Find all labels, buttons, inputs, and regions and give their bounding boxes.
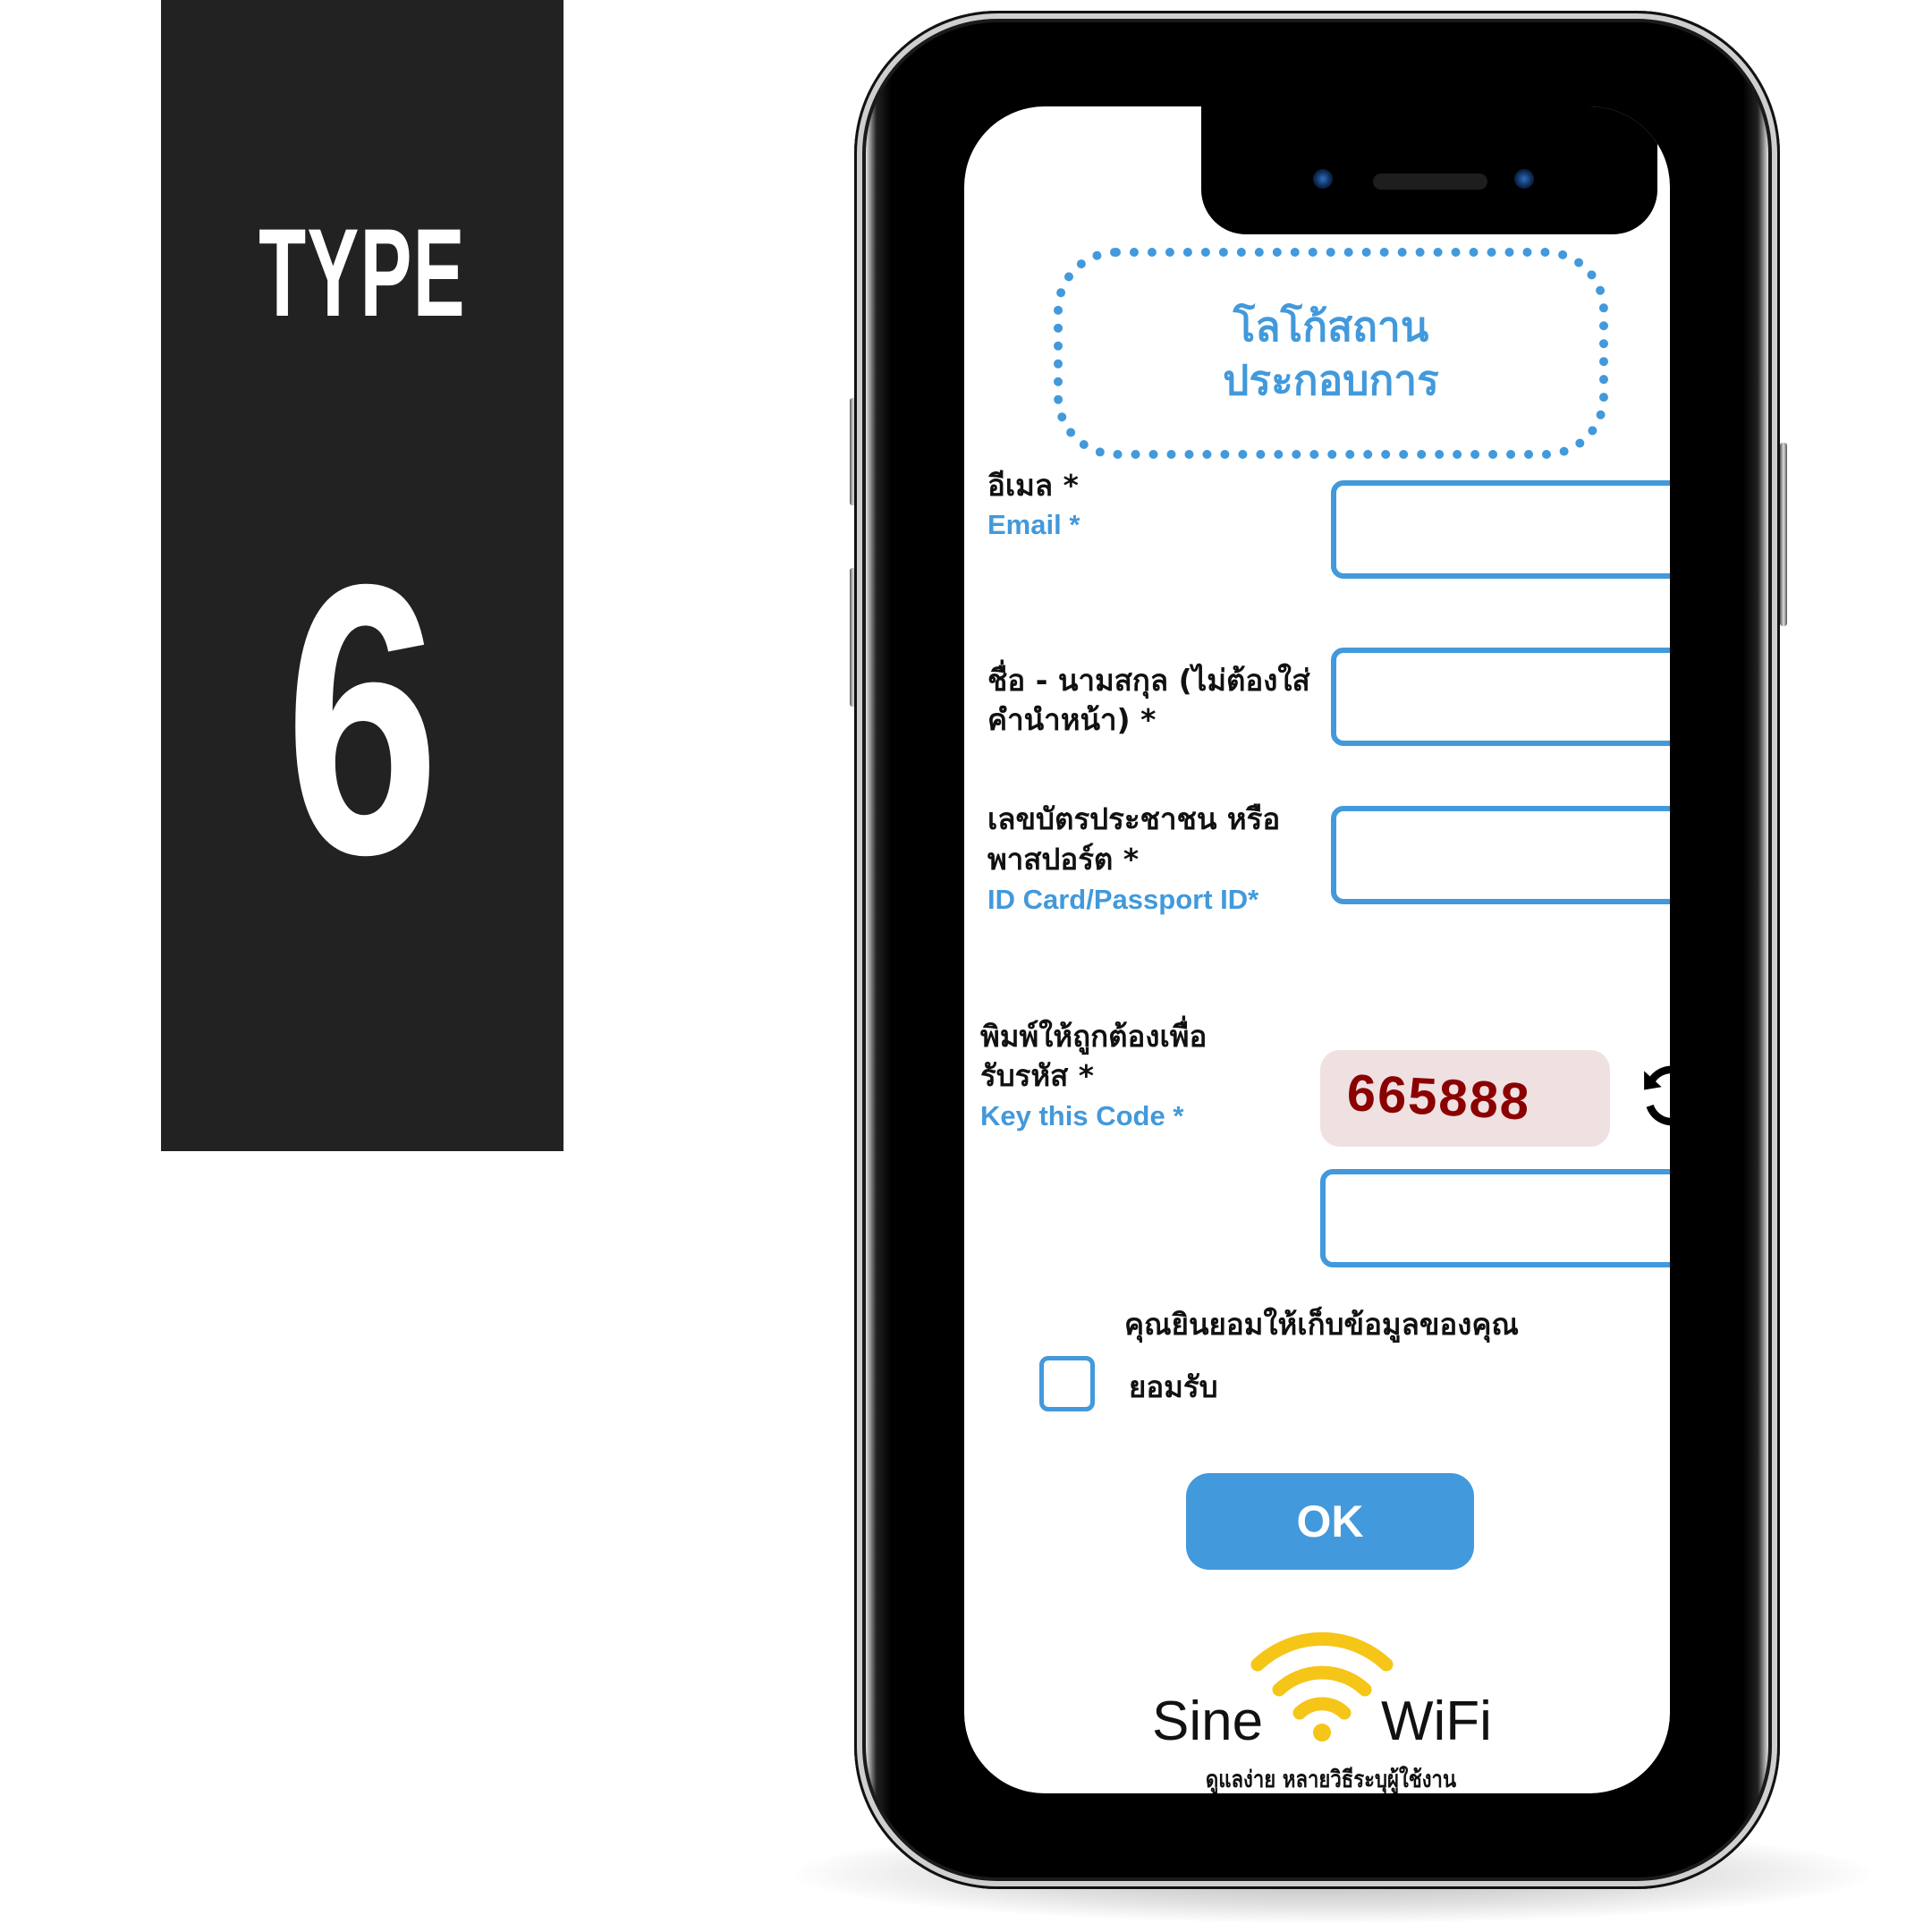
type-number: 6 [284, 505, 440, 935]
email-label-en: Email * [987, 509, 1080, 540]
sine-wifi-logo: Sine WiFi ดูแลง่าย หลายวิธีระบุผู้ใช้งาน [1152, 1627, 1510, 1793]
phone-frame: โลโก้สถาน ประกอบการ อีเมล * Email * ชื่อ… [854, 11, 1780, 1889]
id-card-label-line1: เลขบัตรประชาชน หรือ [987, 801, 1281, 836]
consent-question: คุณยินยอมให้เก็บข้อมูลของคุณ [1123, 1307, 1520, 1342]
earpiece-speaker [1373, 174, 1487, 190]
sensor-icon [1514, 169, 1534, 189]
id-card-input[interactable] [1336, 811, 1670, 899]
captcha-field[interactable] [1320, 1169, 1670, 1267]
type-panel: TYPE 6 [161, 0, 564, 1151]
type-label: TYPE [258, 202, 466, 343]
email-input[interactable] [1336, 486, 1670, 573]
brand-name-left: Sine [1152, 1690, 1264, 1752]
phone-screen: โลโก้สถาน ประกอบการ อีเมล * Email * ชื่อ… [964, 106, 1670, 1793]
captcha-code: 665888 [1345, 1063, 1532, 1131]
logo-placeholder-line1: โลโก้สถาน [1233, 302, 1429, 351]
logo-placeholder-line2: ประกอบการ [1223, 356, 1439, 404]
wifi-icon [1250, 1632, 1394, 1741]
captcha-label-line1: พิมพ์ให้ถูกต้องเพื่อ [980, 1019, 1208, 1054]
fullname-input[interactable] [1336, 653, 1670, 741]
front-camera-icon [1313, 169, 1333, 189]
id-card-label-line2: พาสปอร์ต * [987, 842, 1140, 877]
captcha-image: 665888 [1320, 1050, 1610, 1147]
captcha-label-line2: รับรหัส * [980, 1058, 1095, 1093]
captcha-label-en: Key this Code * [980, 1100, 1184, 1131]
id-card-label-en: ID Card/Passport ID* [987, 884, 1259, 915]
refresh-icon-glyph [1644, 1065, 1670, 1126]
fullname-field[interactable] [1331, 648, 1670, 746]
fullname-label-line1: ชื่อ - นามสกุล (ไม่ต้องใส่ [987, 663, 1310, 698]
email-label-th: อีเมล * [987, 468, 1079, 503]
email-field[interactable] [1331, 480, 1670, 579]
refresh-icon[interactable] [1637, 1061, 1670, 1131]
accept-checkbox-label[interactable]: ยอมรับ [1129, 1363, 1218, 1411]
logo-placeholder: โลโก้สถาน ประกอบการ [1054, 248, 1608, 459]
phone-notch [1201, 106, 1657, 234]
phone-bezel: โลโก้สถาน ประกอบการ อีเมล * Email * ชื่อ… [906, 51, 1728, 1849]
captcha-input[interactable] [1326, 1174, 1670, 1262]
brand-name-right: WiFi [1381, 1690, 1492, 1752]
fullname-label-line2: คำนำหน้า) * [987, 702, 1157, 737]
brand-tagline: ดูแลง่าย หลายวิธีระบุผู้ใช้งาน [1205, 1767, 1457, 1793]
id-card-field[interactable] [1331, 806, 1670, 904]
ok-button[interactable]: OK [1186, 1473, 1474, 1570]
accept-checkbox[interactable] [1039, 1356, 1095, 1411]
phone-power-button [1780, 443, 1787, 626]
